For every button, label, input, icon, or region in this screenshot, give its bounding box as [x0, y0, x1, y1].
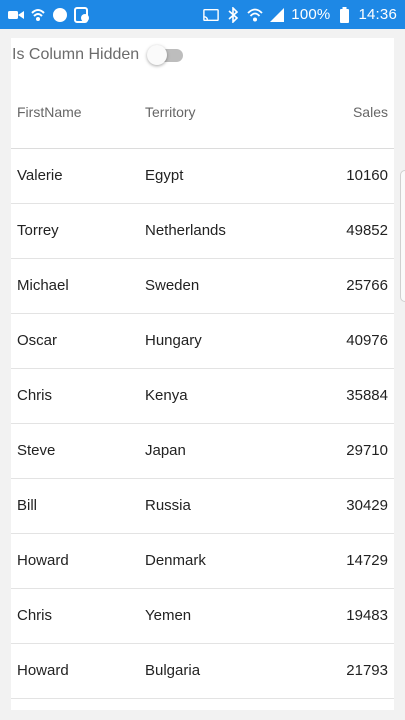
table-row[interactable]: Chris Kenya 35884: [11, 369, 394, 424]
wifi-call-icon: [30, 7, 46, 23]
bluetooth-icon: [225, 6, 241, 23]
table-row[interactable]: Howard Bulgaria 21793: [11, 644, 394, 699]
cell-sales: 14729: [346, 552, 388, 569]
cell-territory: Denmark: [145, 552, 206, 569]
column-header-territory[interactable]: Territory: [145, 104, 196, 120]
status-bar: 100% 14:36: [0, 0, 405, 29]
cell-sales: 30429: [346, 497, 388, 514]
signal-icon: [269, 7, 285, 23]
column-hidden-switch[interactable]: [147, 44, 185, 66]
cell-territory: Netherlands: [145, 222, 226, 239]
status-time: 14:36: [358, 6, 397, 23]
cell-territory: Russia: [145, 497, 191, 514]
sync-icon: [74, 6, 90, 23]
wifi-icon: [247, 7, 263, 23]
cell-firstname: Howard: [17, 552, 69, 569]
battery-icon: [336, 6, 352, 23]
battery-percentage: 100%: [291, 6, 331, 23]
toggle-label: Is Column Hidden: [12, 46, 140, 63]
data-grid: FirstName Territory Sales Valerie Egypt 10…: [11, 76, 394, 699]
cell-firstname: Chris: [17, 387, 53, 404]
column-header-firstname[interactable]: FirstName: [17, 104, 82, 120]
column-hidden-toggle-row: Is Column Hidden: [11, 38, 394, 72]
cell-firstname: Michael: [17, 277, 69, 294]
cell-territory: Sweden: [145, 277, 200, 294]
cell-firstname: Torrey: [17, 222, 59, 239]
table-row[interactable]: Valerie Egypt 10160: [11, 149, 394, 204]
cell-sales: 29710: [346, 442, 388, 459]
page-content: Is Column Hidden FirstName Territory Sal…: [11, 38, 394, 710]
cell-sales: 10160: [346, 167, 388, 184]
cell-firstname: Valerie: [17, 167, 63, 184]
cell-sales: 40976: [346, 332, 388, 349]
table-row[interactable]: Michael Sweden 25766: [11, 259, 394, 314]
cell-firstname: Howard: [17, 662, 69, 679]
status-bar-left: [8, 6, 90, 23]
column-header-sales[interactable]: Sales: [353, 104, 388, 120]
cell-firstname: Chris: [17, 607, 53, 624]
cell-firstname: Oscar: [17, 332, 58, 349]
side-drawer-handle[interactable]: [400, 170, 405, 302]
cell-territory: Japan: [145, 442, 186, 459]
table-row[interactable]: Chris Yemen 19483: [11, 589, 394, 644]
cell-territory: Bulgaria: [145, 662, 201, 679]
cell-firstname: Steve: [17, 442, 56, 459]
cell-sales: 49852: [346, 222, 388, 239]
cell-sales: 21793: [346, 662, 388, 679]
table-row[interactable]: Howard Denmark 14729: [11, 534, 394, 589]
cell-firstname: Bill: [17, 497, 38, 514]
table-row[interactable]: Bill Russia 30429: [11, 479, 394, 534]
status-bar-right: 100% 14:36: [203, 6, 397, 23]
table-row[interactable]: Steve Japan 29710: [11, 424, 394, 479]
circle-icon: [52, 7, 68, 23]
cell-territory: Egypt: [145, 167, 184, 184]
cell-sales: 35884: [346, 387, 388, 404]
video-camera-icon: [8, 7, 24, 23]
grid-header: FirstName Territory Sales: [11, 76, 394, 149]
table-row[interactable]: Torrey Netherlands 49852: [11, 204, 394, 259]
grid-body: Valerie Egypt 10160 Torrey Netherlands 49852 M…: [11, 149, 394, 699]
cast-icon: [203, 7, 220, 23]
switch-knob[interactable]: [147, 45, 167, 65]
cell-territory: Kenya: [145, 387, 188, 404]
cell-territory: Yemen: [145, 607, 192, 624]
table-row[interactable]: Oscar Hungary 40976: [11, 314, 394, 369]
cell-sales: 19483: [346, 607, 388, 624]
cell-territory: Hungary: [145, 332, 202, 349]
cell-sales: 25766: [346, 277, 388, 294]
